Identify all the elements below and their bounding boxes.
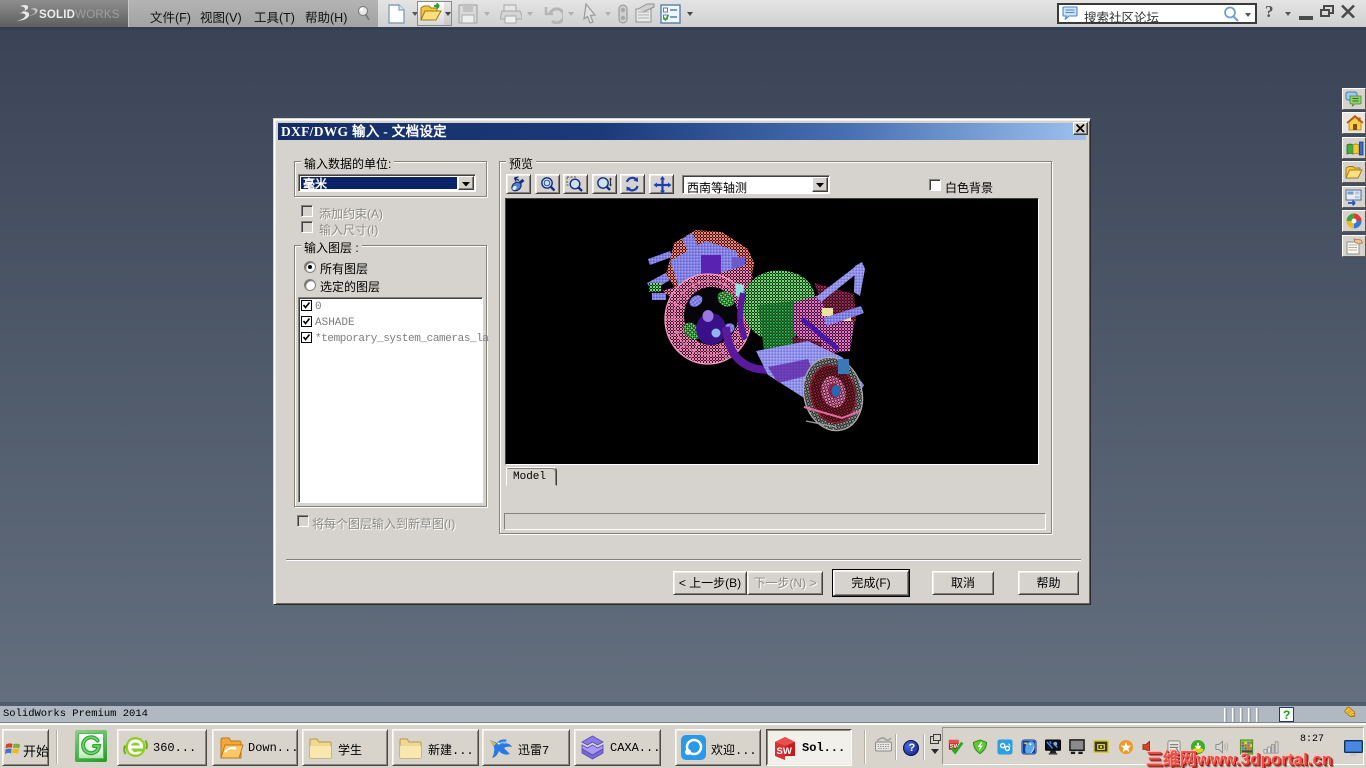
- svg-text:SW: SW: [777, 746, 792, 757]
